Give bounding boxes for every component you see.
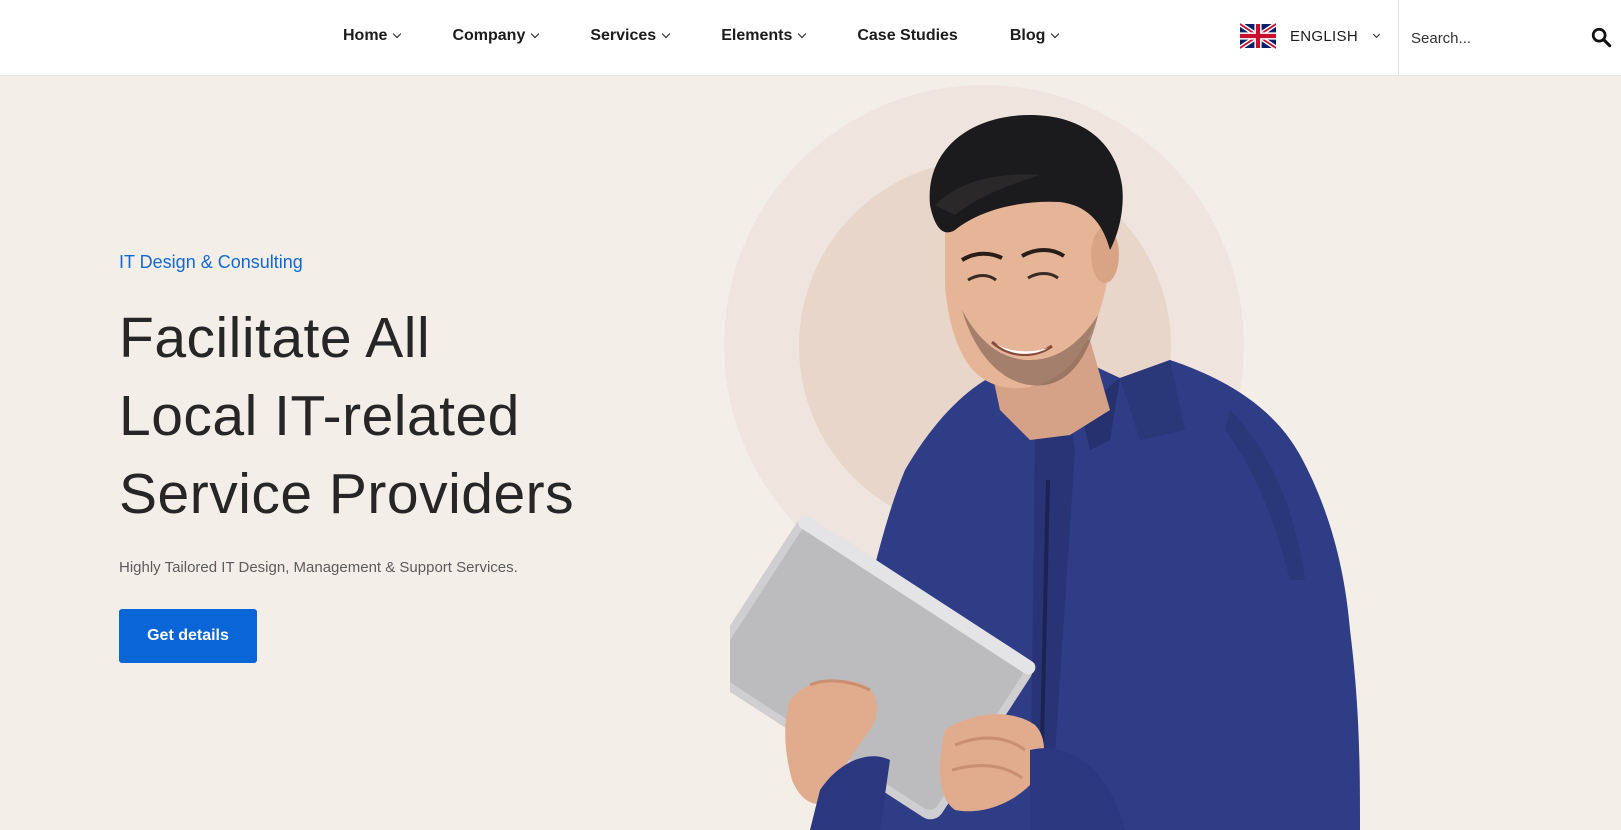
nav-item-home[interactable]: Home (343, 27, 402, 45)
nav-item-label: Blog (1009, 27, 1046, 44)
hero-person-image (730, 115, 1360, 830)
nav-item-blog[interactable]: Blog (1009, 27, 1060, 45)
language-label: ENGLISH (1290, 27, 1358, 45)
hero-eyebrow: IT Design & Consulting (119, 252, 303, 272)
chevron-down-icon (661, 29, 671, 39)
nav-item-company[interactable]: Company (452, 27, 540, 45)
hero-headline: Facilitate All Local IT-related Service … (119, 299, 679, 533)
chevron-down-icon (798, 29, 807, 39)
headline-line: Facilitate All (119, 306, 431, 370)
nav-item-label: Services (590, 27, 657, 44)
chevron-down-icon (393, 29, 402, 39)
main-nav: Home Company Services Elements Case Stud… (343, 0, 1060, 72)
site-header: Home Company Services Elements Case Stud… (0, 0, 1621, 76)
search-box (1398, 0, 1621, 76)
nav-item-elements[interactable]: Elements (721, 27, 807, 45)
nav-item-label: Elements (721, 27, 793, 44)
headline-line: Local IT-related (119, 384, 520, 448)
get-details-button[interactable]: Get details (119, 609, 257, 663)
search-input[interactable] (1411, 29, 1576, 47)
headline-line: Service Providers (119, 462, 575, 526)
hero-content: IT Design & Consulting Facilitate All Lo… (119, 252, 679, 663)
nav-item-case-studies[interactable]: Case Studies (857, 27, 957, 45)
chevron-down-icon (1372, 30, 1380, 38)
nav-item-label: Company (452, 27, 526, 44)
language-selector[interactable]: ENGLISH (1240, 22, 1380, 50)
chevron-down-icon (1051, 29, 1060, 39)
hero-subtitle: Highly Tailored IT Design, Management & … (119, 559, 518, 576)
nav-item-label: Case Studies (857, 27, 958, 44)
search-icon[interactable] (1590, 26, 1612, 48)
chevron-down-icon (531, 29, 540, 39)
uk-flag-icon (1240, 23, 1276, 49)
nav-item-label: Home (343, 27, 388, 44)
nav-item-services[interactable]: Services (590, 27, 671, 45)
